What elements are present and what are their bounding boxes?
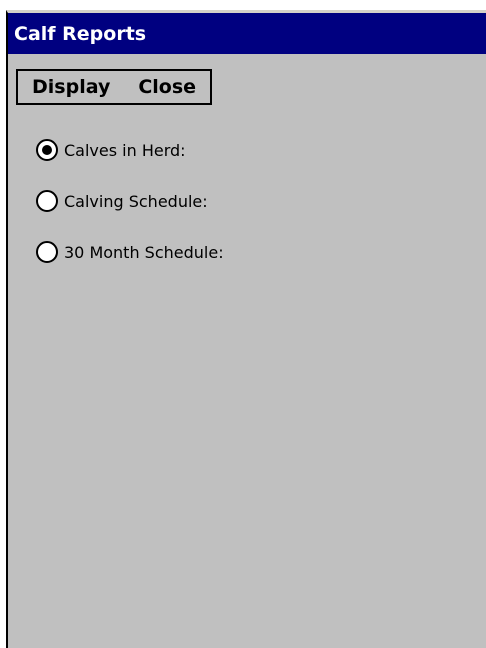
option-label: Calves in Herd:	[64, 140, 186, 160]
option-label: Calving Schedule:	[64, 191, 208, 211]
display-menu-button[interactable]: Display	[32, 76, 110, 98]
calf-reports-window: Calf Reports Display Close Calves in Her…	[6, 10, 486, 648]
option-calves-in-herd[interactable]: Calves in Herd:	[36, 135, 224, 165]
title-bar: Calf Reports	[8, 13, 486, 54]
option-30-month-schedule[interactable]: 30 Month Schedule:	[36, 237, 224, 267]
radio-button-icon[interactable]	[36, 190, 58, 212]
option-label: 30 Month Schedule:	[64, 242, 224, 262]
close-menu-button[interactable]: Close	[138, 76, 196, 98]
option-calving-schedule[interactable]: Calving Schedule:	[36, 186, 224, 216]
menu-bar: Display Close	[16, 69, 213, 105]
report-options-group: Calves in Herd: Calving Schedule: 30 Mon…	[36, 135, 224, 288]
radio-button-checked-icon[interactable]	[36, 139, 58, 161]
radio-button-icon[interactable]	[36, 241, 58, 263]
window-title: Calf Reports	[14, 22, 147, 45]
